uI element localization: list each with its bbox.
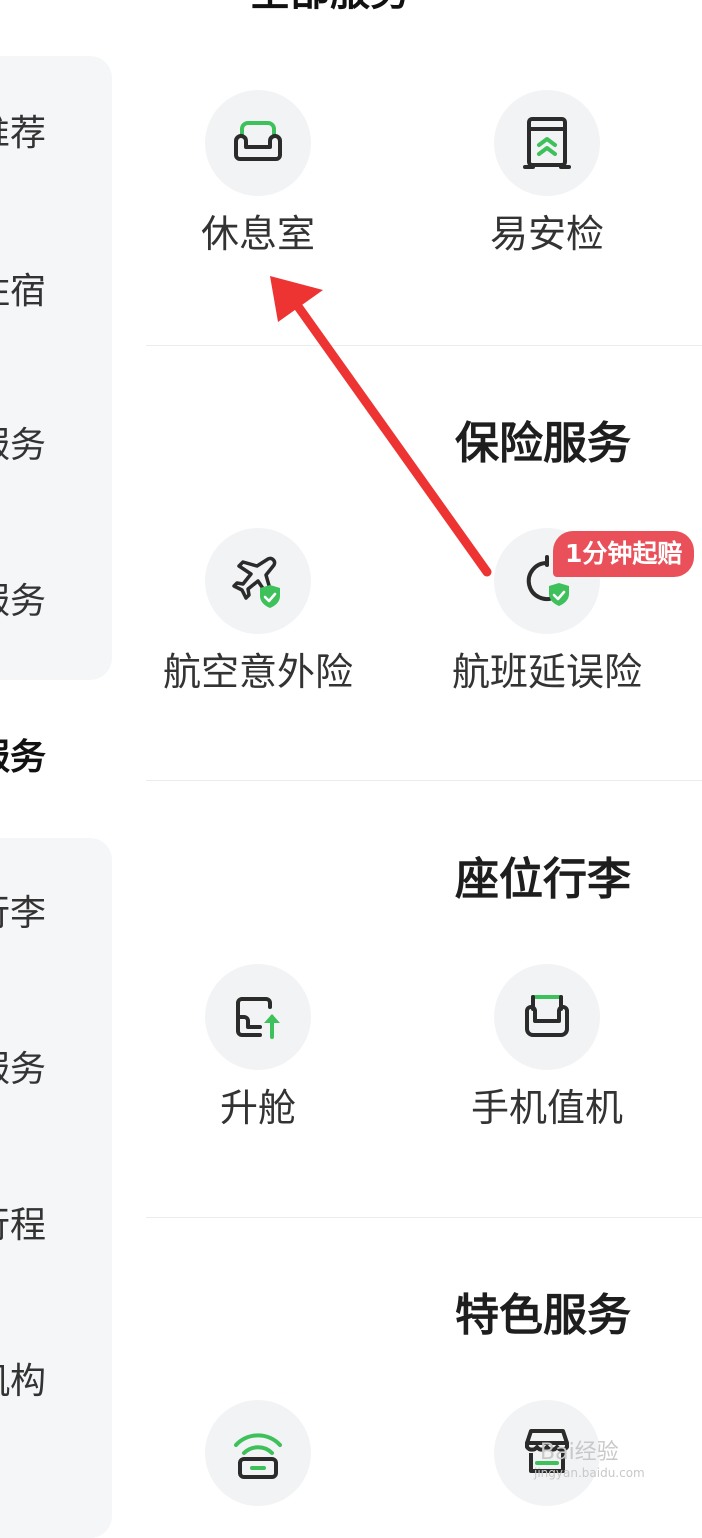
- watermark: Bai经验 jingyan.baidu.com: [534, 1440, 645, 1480]
- annotation-arrow: [270, 276, 492, 577]
- watermark-url: jingyan.baidu.com: [534, 1466, 645, 1480]
- watermark-text: Bai经验: [540, 1440, 619, 1465]
